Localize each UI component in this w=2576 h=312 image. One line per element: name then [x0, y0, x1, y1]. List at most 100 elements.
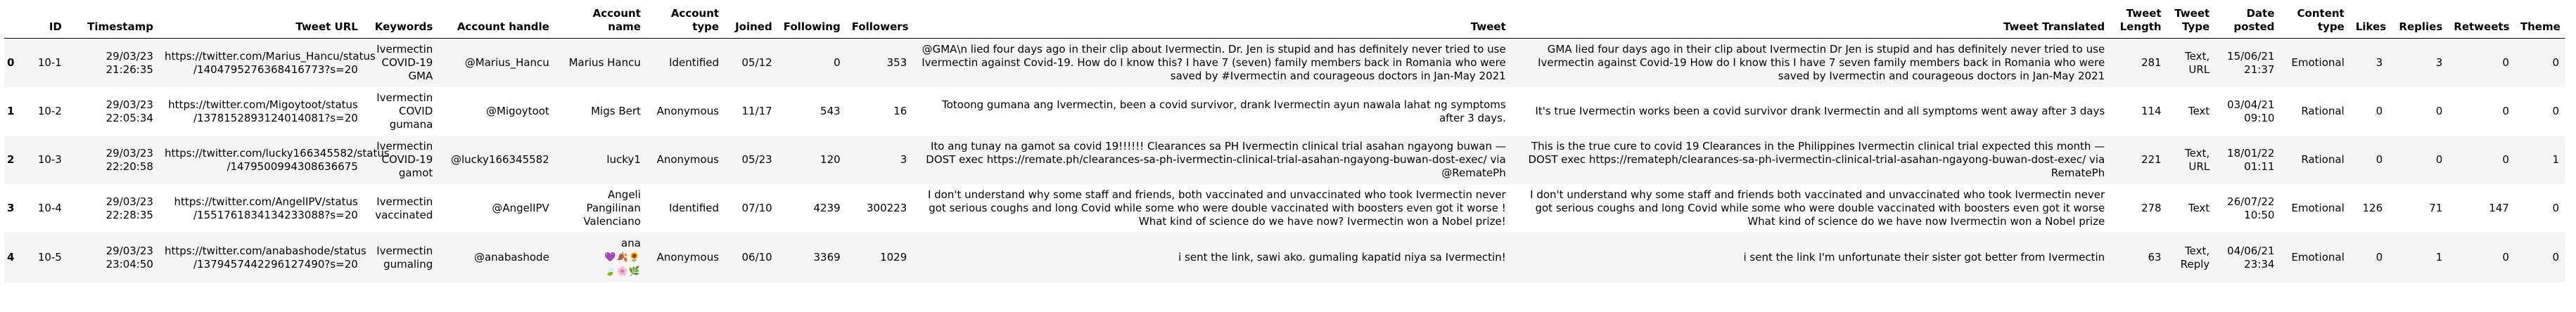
cell-joined: 07/10	[725, 184, 778, 233]
cell-date-posted: 04/06/21 23:34	[2215, 233, 2281, 282]
cell-account-handle: @anabashode	[438, 233, 555, 282]
cell-account-name: lucky1	[554, 136, 646, 184]
cell-theme: 0	[2514, 87, 2565, 136]
table-row: 4 10-5 29/03/23 23:04:50 https://twitter…	[4, 233, 2565, 282]
cell-tweet: Ito ang tunay na gamot sa covid 19!!!!!!…	[912, 136, 1512, 184]
cell-followers: 3	[846, 136, 913, 184]
cell-tweet-url: https://twitter.com/AngelIPV/status /155…	[158, 184, 364, 233]
col-header-retweets: Retweets	[2448, 3, 2515, 39]
cell-account-name: Migs Bert	[554, 87, 646, 136]
cell-date-posted: 26/07/22 10:50	[2215, 184, 2281, 233]
cell-account-name: Angeli Pangilinan Valenciano	[554, 184, 646, 233]
col-header-tweet-length: Tweet Length	[2110, 3, 2167, 39]
cell-timestamp: 29/03/23 22:20:58	[67, 136, 159, 184]
cell-date-posted: 18/01/22 01:11	[2215, 136, 2281, 184]
cell-tweet-type: Text, URL	[2167, 136, 2216, 184]
col-header-following: Following	[777, 3, 846, 39]
cell-tweet-length: 281	[2110, 38, 2167, 87]
cell-tweet-length: 63	[2110, 233, 2167, 282]
col-header-account-name: Account name	[554, 3, 646, 39]
table-row: 3 10-4 29/03/23 22:28:35 https://twitter…	[4, 184, 2565, 233]
cell-tweet: I don't understand why some staff and fr…	[912, 184, 1512, 233]
cell-retweets: 147	[2448, 184, 2515, 233]
cell-replies: 71	[2388, 184, 2449, 233]
cell-id: 10-3	[24, 136, 68, 184]
cell-tweet-translated: This is the true cure to covid 19 Cleara…	[1511, 136, 2111, 184]
cell-account-handle: @lucky166345582	[438, 136, 555, 184]
table-row: 0 10-1 29/03/23 21:26:35 https://twitter…	[4, 38, 2565, 87]
cell-followers: 353	[846, 38, 913, 87]
cell-tweet: i sent the link, sawi ako. gumaling kapa…	[912, 233, 1512, 282]
col-header-tweet-translated: Tweet Translated	[1511, 3, 2111, 39]
col-header-account-type: Account type	[646, 3, 725, 39]
cell-likes: 126	[2349, 184, 2389, 233]
cell-content-type: Emotional	[2280, 38, 2350, 87]
col-header-id: ID	[24, 3, 68, 39]
col-header-theme: Theme	[2514, 3, 2565, 39]
cell-retweets: 0	[2448, 136, 2515, 184]
cell-following: 3369	[777, 233, 846, 282]
account-name-text: ana	[621, 237, 641, 249]
row-index: 2	[4, 136, 25, 184]
cell-id: 10-2	[24, 87, 68, 136]
cell-tweet-type: Text, URL	[2167, 38, 2216, 87]
cell-theme: 0	[2514, 38, 2565, 87]
cell-tweet-translated: i sent the link I'm unfortunate their si…	[1511, 233, 2111, 282]
cell-content-type: Rational	[2280, 87, 2350, 136]
cell-account-handle: @Marius_Hancu	[438, 38, 555, 87]
cell-tweet-length: 114	[2110, 87, 2167, 136]
cell-keywords: Ivermectin COVID-19 gamot	[363, 136, 439, 184]
cell-tweet-translated: GMA lied four days ago in their clip abo…	[1511, 38, 2111, 87]
col-header-tweet-type: Tweet Type	[2167, 3, 2216, 39]
cell-account-type: Identified	[646, 184, 725, 233]
table-row: 1 10-2 29/03/23 22:05:34 https://twitter…	[4, 87, 2565, 136]
cell-tweet-length: 278	[2110, 184, 2167, 233]
cell-account-type: Anonymous	[646, 233, 725, 282]
cell-keywords: Ivermectin COVID gumana	[363, 87, 439, 136]
cell-timestamp: 29/03/23 22:28:35	[67, 184, 159, 233]
cell-followers: 1029	[846, 233, 913, 282]
cell-account-type: Identified	[646, 38, 725, 87]
cell-tweet-type: Text	[2167, 87, 2216, 136]
cell-content-type: Emotional	[2280, 184, 2350, 233]
cell-timestamp: 29/03/23 23:04:50	[67, 233, 159, 282]
col-header-date-posted: Date posted	[2215, 3, 2281, 39]
cell-likes: 0	[2349, 136, 2389, 184]
cell-replies: 3	[2388, 38, 2449, 87]
account-name-emoji-line-2: 🍃🌸🌿	[604, 266, 641, 277]
col-header-account-handle: Account handle	[438, 3, 555, 39]
cell-retweets: 0	[2448, 38, 2515, 87]
cell-replies: 0	[2388, 136, 2449, 184]
cell-tweet-url: https://twitter.com/anabashode/status /1…	[158, 233, 366, 282]
cell-likes: 3	[2349, 38, 2389, 87]
cell-replies: 0	[2388, 87, 2449, 136]
dataframe-table: ID Timestamp Tweet URL Keywords Account …	[4, 3, 2565, 282]
cell-retweets: 0	[2448, 233, 2515, 282]
cell-theme: 0	[2514, 184, 2565, 233]
cell-timestamp: 29/03/23 22:05:34	[67, 87, 159, 136]
row-index: 1	[4, 87, 25, 136]
col-header-followers: Followers	[846, 3, 913, 39]
cell-tweet-length: 221	[2110, 136, 2167, 184]
cell-id: 10-5	[24, 233, 68, 282]
col-header-keywords: Keywords	[363, 3, 439, 39]
cell-id: 10-4	[24, 184, 68, 233]
cell-tweet-translated: It's true Ivermectin works been a covid …	[1511, 87, 2111, 136]
cell-theme: 0	[2514, 233, 2565, 282]
cell-joined: 05/12	[725, 38, 778, 87]
cell-likes: 0	[2349, 87, 2389, 136]
cell-keywords: Ivermectin COVID-19 GMA	[363, 38, 439, 87]
table-row: 2 10-3 29/03/23 22:20:58 https://twitter…	[4, 136, 2565, 184]
cell-tweet: Totoong gumana ang Ivermectin, been a co…	[912, 87, 1512, 136]
cell-followers: 300223	[846, 184, 913, 233]
cell-id: 10-1	[24, 38, 68, 87]
cell-keywords: Ivermectin vaccinated	[363, 184, 439, 233]
cell-account-handle: @AngelIPV	[438, 184, 555, 233]
cell-following: 4239	[777, 184, 846, 233]
cell-tweet-url: https://twitter.com/Marius_Hancu/status …	[158, 38, 376, 87]
cell-joined: 11/17	[725, 87, 778, 136]
cell-tweet: @GMA\n lied four days ago in their clip …	[912, 38, 1512, 87]
cell-joined: 06/10	[725, 233, 778, 282]
cell-timestamp: 29/03/23 21:26:35	[67, 38, 159, 87]
cell-account-type: Anonymous	[646, 136, 725, 184]
